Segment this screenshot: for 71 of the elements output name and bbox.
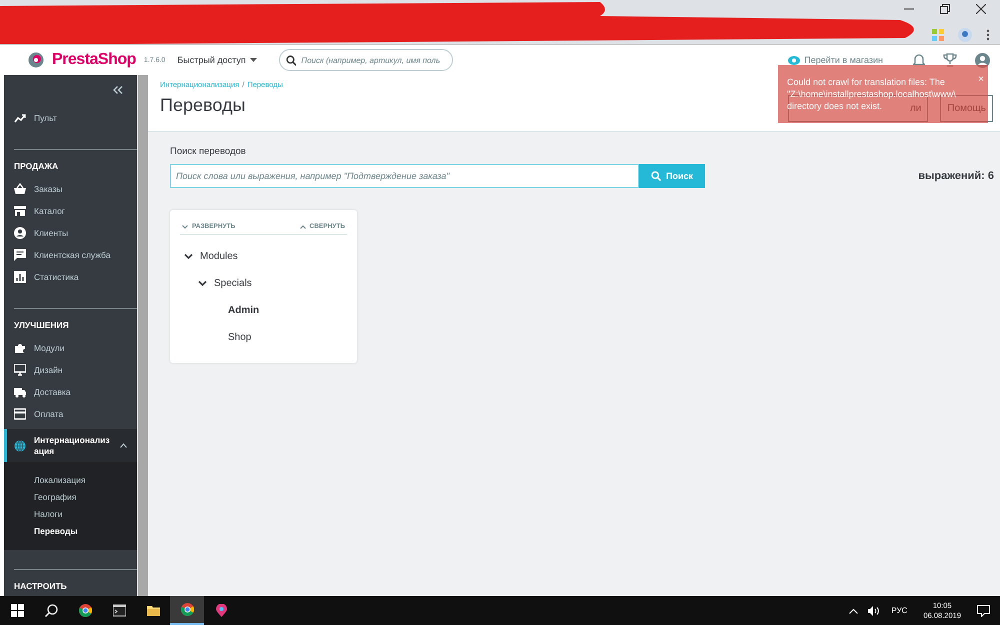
trend-icon — [14, 112, 26, 124]
search-icon — [286, 54, 296, 66]
folder-icon — [146, 604, 160, 617]
chevron-icon[interactable] — [184, 252, 193, 261]
globe-icon — [14, 440, 26, 452]
error-message-line: "Z:\home\installprestashop.localhost\www\ — [787, 88, 956, 100]
basket-icon — [14, 183, 26, 195]
close-icon[interactable] — [976, 4, 986, 14]
tree-item[interactable]: Modules — [200, 251, 238, 262]
chevron-icon — [182, 224, 188, 228]
search-icon — [44, 604, 58, 617]
sidebar-item[interactable]: Доставка — [4, 381, 137, 403]
language-indicator[interactable]: РУС — [891, 606, 908, 615]
sidebar-item[interactable]: Каталог — [4, 200, 137, 222]
sidebar-item[interactable]: Статистика — [4, 266, 137, 288]
tree-item[interactable]: Shop — [228, 332, 252, 343]
search-label: Поиск переводов — [170, 146, 247, 157]
card-icon — [14, 408, 26, 420]
chart-icon — [14, 271, 26, 283]
profile-icon[interactable] — [958, 28, 972, 42]
puzzle-icon — [14, 342, 26, 354]
collapse-icon[interactable] — [113, 86, 123, 94]
section-heading: ПРОДАЖА — [13, 160, 60, 173]
truck-icon — [14, 386, 26, 398]
taskbar-app[interactable] — [170, 596, 204, 625]
submenu-item[interactable]: География — [34, 489, 137, 506]
expression-count: выражений: 6 — [918, 170, 994, 182]
section-heading: НАСТРОИТЬ — [13, 580, 68, 593]
search-box[interactable]: Поиск (например, артикул, имя поль — [278, 49, 453, 71]
submenu-item[interactable]: Налоги — [34, 506, 137, 523]
sidebar-item[interactable]: Интернационализация — [4, 429, 137, 462]
view-store-link[interactable]: Перейти в магазин — [788, 55, 883, 65]
translation-search-field[interactable]: Поиск слова или выражения, например "Подтверждение заказа" — [170, 164, 639, 188]
browser-icon — [180, 603, 194, 616]
page-title: Переводы — [160, 95, 246, 116]
speaker-icon[interactable] — [868, 606, 882, 616]
windows-icon — [10, 604, 24, 617]
sidebar-item[interactable]: Дизайн — [4, 359, 137, 381]
map-pin-icon — [214, 604, 228, 617]
sidebar-item[interactable]: Клиенты — [4, 222, 137, 244]
chevron-icon — [300, 224, 306, 228]
sidebar-item[interactable]: Оплата — [4, 403, 137, 425]
browser-icon — [78, 604, 92, 617]
error-message-line: directory does not exist. — [787, 100, 882, 112]
tree-item[interactable]: Admin — [228, 305, 260, 316]
user-icon — [14, 227, 26, 239]
eye-icon — [788, 56, 800, 64]
chevron-icon[interactable] — [198, 279, 207, 288]
submenu-item[interactable]: Переводы — [34, 523, 137, 540]
chat-icon — [14, 249, 26, 261]
search-icon — [650, 171, 661, 181]
bell-icon[interactable] — [913, 53, 925, 67]
quick-access-dropdown[interactable]: Быстрый доступ — [177, 55, 257, 65]
monitor-icon — [14, 364, 26, 376]
store-icon — [14, 205, 26, 217]
sidebar-item[interactable]: Заказы — [4, 178, 137, 200]
logo-icon — [28, 52, 44, 68]
submenu-item[interactable]: Локализация — [34, 472, 137, 489]
caret-icon — [250, 58, 257, 62]
error-message-line: Could not crawl for translation files: The — [787, 76, 945, 88]
terminal-icon — [112, 604, 126, 617]
logo-text[interactable]: PrestaShop — [52, 51, 136, 69]
notification-icon[interactable] — [977, 604, 990, 616]
section-heading: УЛУЧШЕНИЯ — [13, 319, 70, 332]
tree-item[interactable]: Specials — [214, 278, 252, 289]
sidebar-item[interactable]: Клиентская служба — [4, 244, 137, 266]
sidebar-item[interactable]: Пульт — [4, 107, 137, 129]
tray-chevron-icon[interactable] — [849, 608, 858, 614]
restore-icon[interactable] — [940, 4, 950, 14]
menu-icon[interactable] — [986, 29, 990, 41]
sidebar-item[interactable]: Модули — [4, 337, 137, 359]
